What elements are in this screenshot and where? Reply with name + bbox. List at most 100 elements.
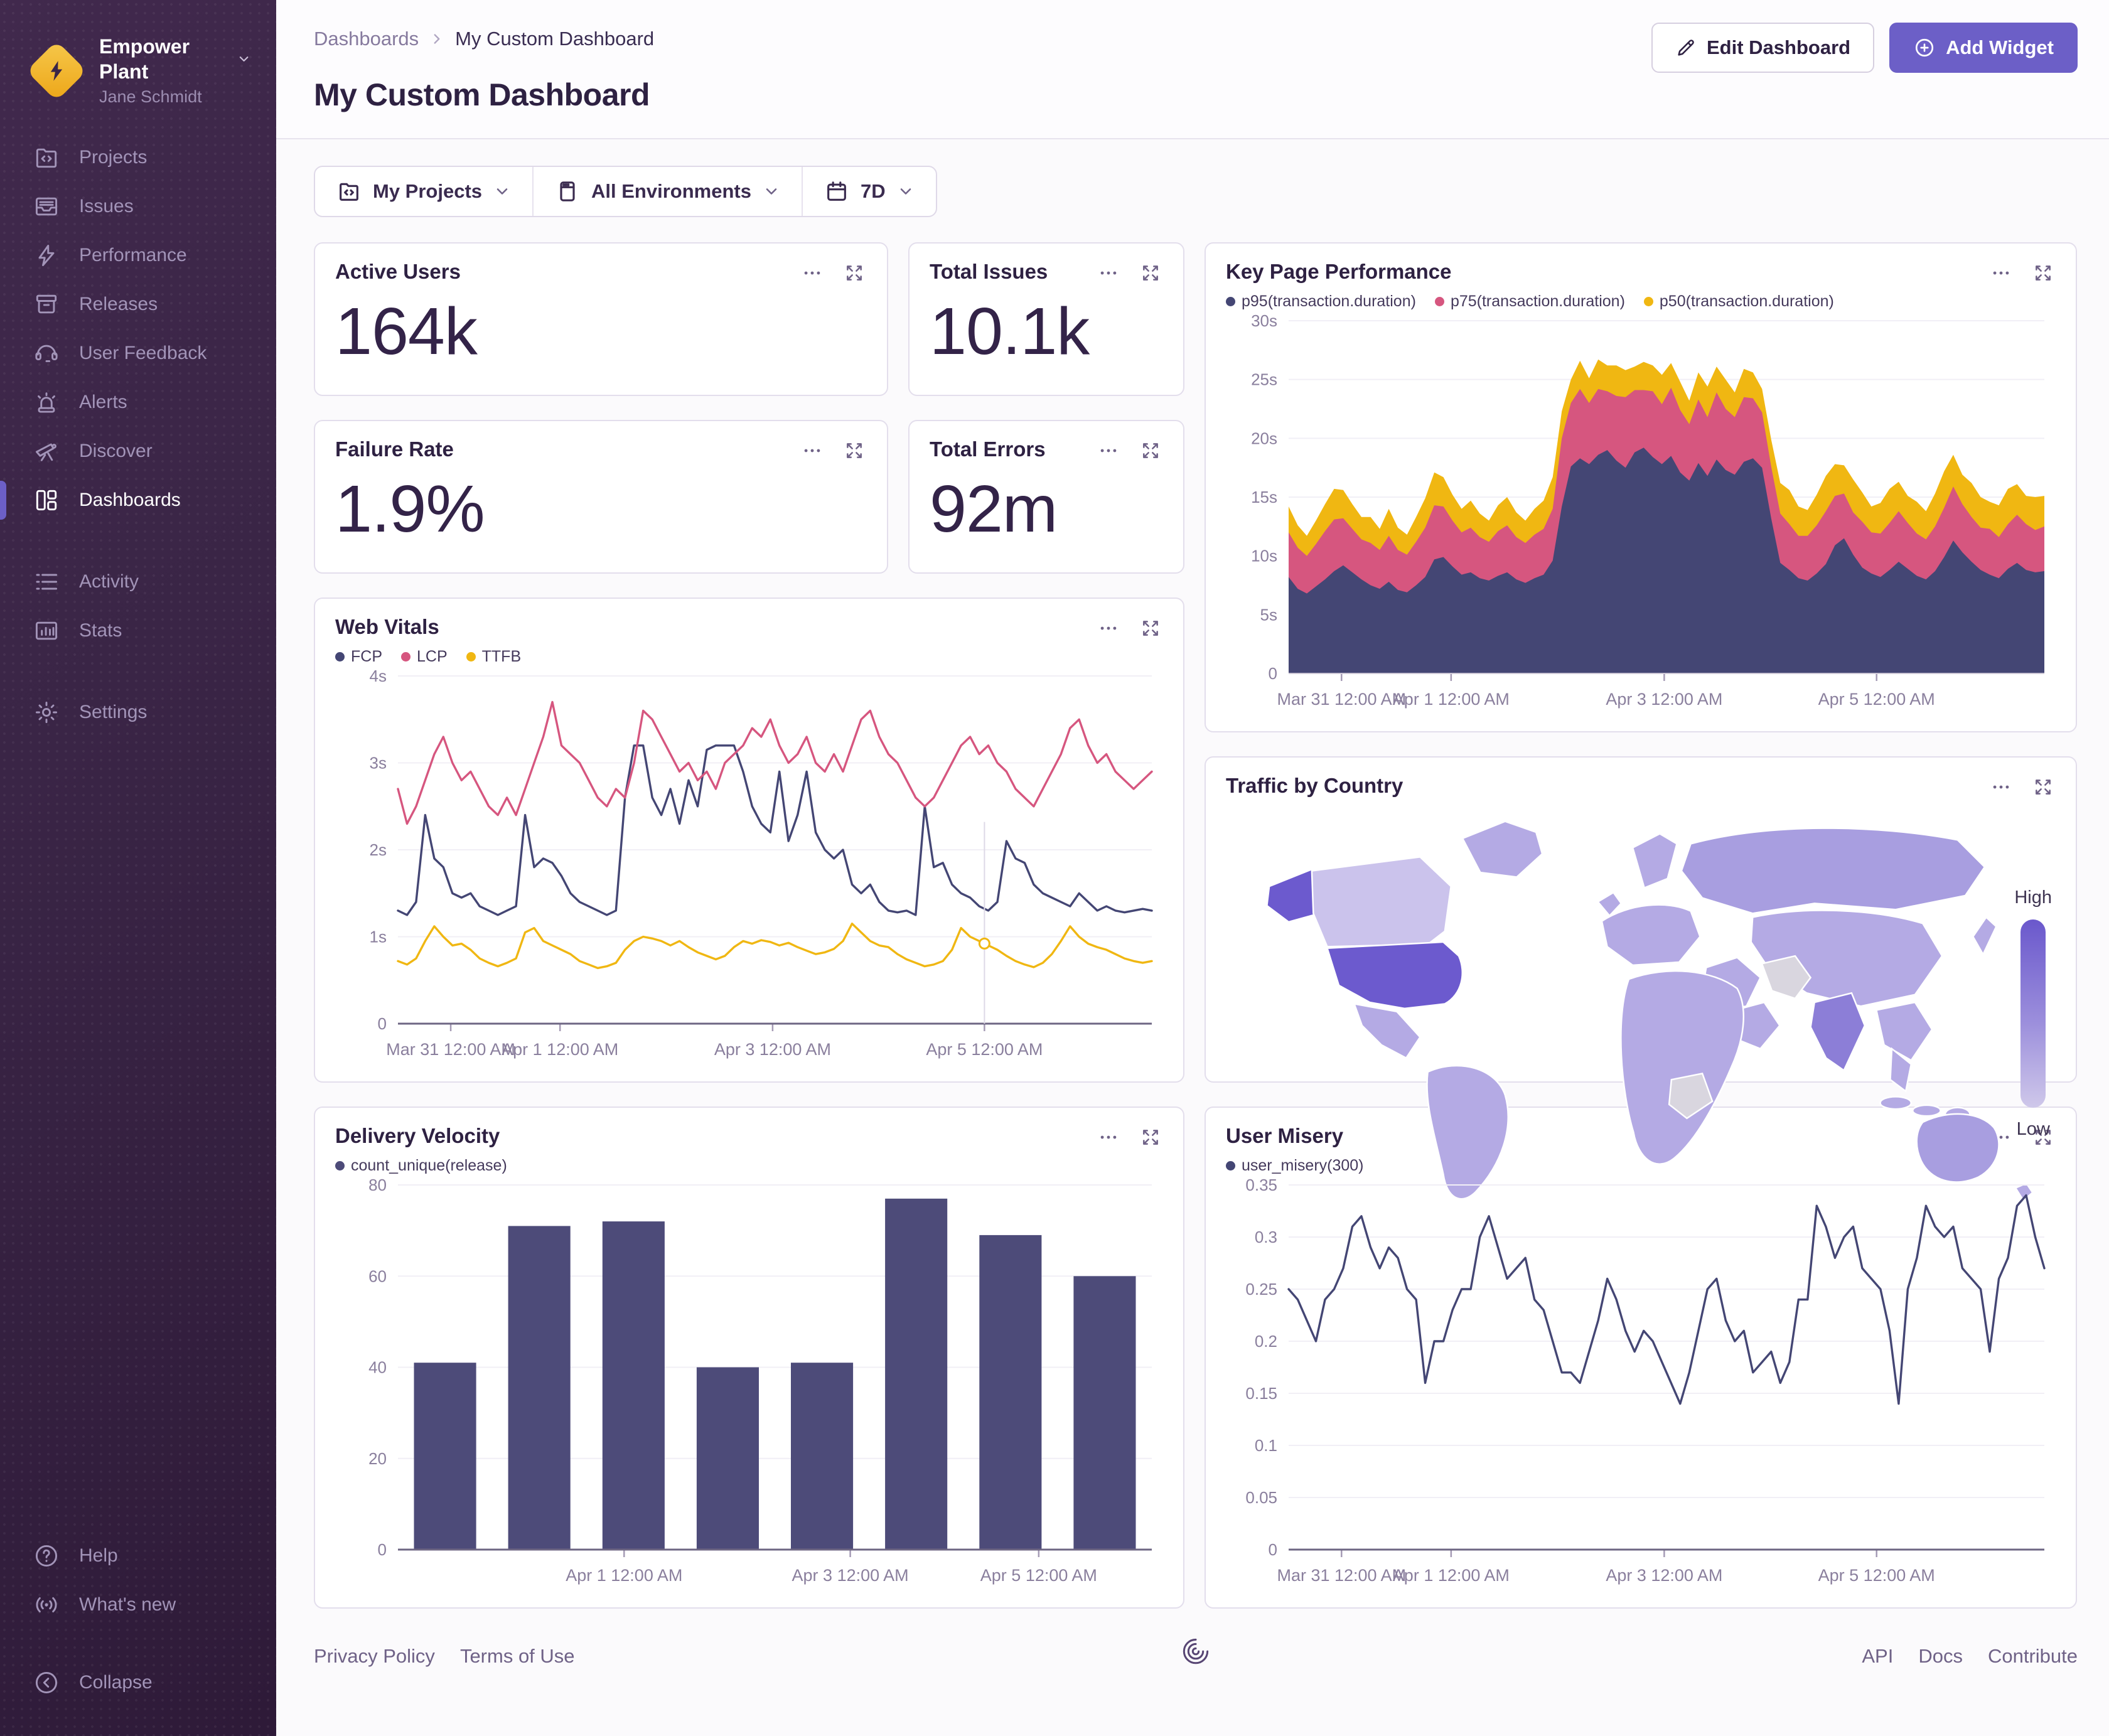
map-indonesia xyxy=(1879,1095,1913,1110)
widget-title: Key Page Performance xyxy=(1226,260,1452,283)
widget-expand-button[interactable] xyxy=(2031,774,2056,800)
chart-legend: count_unique(release) xyxy=(335,1157,1163,1175)
footer-link-api[interactable]: API xyxy=(1862,1645,1893,1668)
widget-failure-rate: Failure Rate 1.9% xyxy=(314,420,888,574)
svg-text:60: 60 xyxy=(368,1267,387,1285)
legend-dot-icon xyxy=(335,652,345,662)
stat-value: 10.1k xyxy=(930,294,1090,368)
sidebar-item-label: Activity xyxy=(79,571,139,592)
legend-item[interactable]: p95(transaction.duration) xyxy=(1226,292,1416,311)
widget-title: Delivery Velocity xyxy=(335,1124,500,1147)
footer-link-contribute[interactable]: Contribute xyxy=(1988,1645,2078,1668)
add-widget-button[interactable]: Add Widget xyxy=(1889,23,2078,73)
feedback-icon xyxy=(35,345,58,362)
svg-text:Apr 5 12:00 AM: Apr 5 12:00 AM xyxy=(926,1040,1043,1059)
widget-options-button[interactable] xyxy=(1988,260,2014,286)
sidebar-item-discover[interactable]: Discover xyxy=(0,427,276,476)
footer-links-left: Privacy Policy Terms of Use xyxy=(314,1645,575,1668)
widget-options-button[interactable] xyxy=(799,437,825,464)
legend-item[interactable]: TTFB xyxy=(466,648,521,666)
widget-title: Active Users xyxy=(335,260,461,283)
date-range-filter[interactable]: 7D xyxy=(801,167,936,216)
stat-value: 92m xyxy=(930,472,1058,546)
sidebar-footer-nav: Help What's new Collapse xyxy=(0,1531,276,1707)
sidebar-item-performance[interactable]: Performance xyxy=(0,231,276,280)
map-legend: High Low xyxy=(2014,800,2052,1227)
widget-options-button[interactable] xyxy=(1095,260,1122,286)
sidebar-item-projects[interactable]: Projects xyxy=(0,133,276,182)
legend-item[interactable]: p75(transaction.duration) xyxy=(1434,292,1625,311)
svg-text:Apr 1 12:00 AM: Apr 1 12:00 AM xyxy=(1393,1566,1510,1585)
svg-text:0: 0 xyxy=(1269,1540,1277,1559)
widget-expand-button[interactable] xyxy=(1138,616,1163,641)
widget-expand-button[interactable] xyxy=(1138,260,1163,286)
legend-dot-icon xyxy=(1434,297,1444,306)
widget-title: Web Vitals xyxy=(335,615,439,638)
edit-dashboard-button[interactable]: Edit Dashboard xyxy=(1651,23,1875,73)
svg-text:0: 0 xyxy=(378,1014,387,1033)
sidebar-item-releases[interactable]: Releases xyxy=(0,280,276,329)
sidebar-item-whatsnew[interactable]: What's new xyxy=(0,1580,276,1629)
delivery-velocity-chart: 0 20 40 60 80 Apr 1 12:00 AM Apr 3 12:00 AM Apr… xyxy=(368,1176,1152,1585)
expand-icon xyxy=(847,265,862,281)
legend-high-label: High xyxy=(2014,887,2052,908)
world-map xyxy=(1266,820,2034,1201)
widget-delivery-velocity: Delivery Velocity count_unique(release) … xyxy=(314,1106,1184,1609)
widget-expand-button[interactable] xyxy=(1138,1125,1163,1150)
org-switcher[interactable]: Empower Plant Jane Schmidt xyxy=(0,26,276,133)
pencil-icon xyxy=(1678,40,1694,56)
widget-expand-button[interactable] xyxy=(1138,438,1163,463)
sidebar-item-collapse[interactable]: Collapse xyxy=(0,1658,276,1707)
environment-filter[interactable]: All Environments xyxy=(532,167,802,216)
svg-text:Apr 1 12:00 AM: Apr 1 12:00 AM xyxy=(502,1040,618,1059)
ellipsis-icon xyxy=(1993,271,2009,275)
widget-options-button[interactable] xyxy=(1095,437,1122,464)
svg-text:0.2: 0.2 xyxy=(1255,1332,1277,1351)
sidebar-item-dashboards[interactable]: Dashboards xyxy=(0,476,276,525)
sidebar-item-issues[interactable]: Issues xyxy=(0,182,276,231)
map-india xyxy=(1810,992,1866,1071)
sidebar-item-help[interactable]: Help xyxy=(0,1531,276,1580)
svg-text:0: 0 xyxy=(1269,664,1277,683)
svg-text:Apr 3 12:00 AM: Apr 3 12:00 AM xyxy=(792,1566,909,1585)
widget-options-button[interactable] xyxy=(799,260,825,286)
widget-expand-button[interactable] xyxy=(842,438,867,463)
sidebar-item-activity[interactable]: Activity xyxy=(0,557,276,606)
breadcrumb-dashboards[interactable]: Dashboards xyxy=(314,28,419,50)
sidebar-item-feedback[interactable]: User Feedback xyxy=(0,329,276,378)
map-europe xyxy=(1601,904,1702,966)
widget-options-button[interactable] xyxy=(1095,615,1122,641)
legend-item[interactable]: p50(transaction.duration) xyxy=(1643,292,1834,311)
settings-icon xyxy=(35,701,58,723)
widget-expand-button[interactable] xyxy=(2031,260,2056,286)
footer-link-docs[interactable]: Docs xyxy=(1918,1645,1963,1668)
sidebar-item-stats[interactable]: Stats xyxy=(0,606,276,655)
chevron-right-icon xyxy=(429,31,445,47)
legend-item[interactable]: FCP xyxy=(335,648,382,666)
sidebar-item-alerts[interactable]: Alerts xyxy=(0,378,276,427)
map-southeast-asia xyxy=(1876,1001,1933,1061)
svg-text:25s: 25s xyxy=(1251,370,1277,389)
sidebar-item-settings[interactable]: Settings xyxy=(0,688,276,737)
user-misery-chart: 0 0.05 0.1 0.15 0.2 0.25 0.3 0.35 Mar 31 12:00 A… xyxy=(1245,1176,2046,1585)
legend-dot-icon xyxy=(1226,297,1235,306)
footer-link-terms-of-use[interactable]: Terms of Use xyxy=(460,1645,575,1668)
widget-options-button[interactable] xyxy=(1988,774,2014,800)
widget-options-button[interactable] xyxy=(1095,1124,1122,1150)
stat-value: 1.9% xyxy=(335,472,485,546)
legend-item[interactable]: LCP xyxy=(401,648,448,666)
ellipsis-icon xyxy=(1100,1135,1117,1139)
page-footer: Privacy Policy Terms of Use API Docs Contri… xyxy=(314,1609,2078,1693)
project-filter[interactable]: My Projects xyxy=(315,167,532,216)
web-vitals-chart: 0 1s 2s 3s 4s Mar 31 12:00 AMApr 1 12:00 AM Ap… xyxy=(370,667,1153,1059)
svg-text:Apr 5 12:00 AM: Apr 5 12:00 AM xyxy=(980,1566,1097,1585)
ellipsis-icon xyxy=(1993,785,2009,789)
widget-title: Failure Rate xyxy=(335,437,454,461)
widget-expand-button[interactable] xyxy=(842,260,867,286)
footer-link-privacy-policy[interactable]: Privacy Policy xyxy=(314,1645,435,1668)
legend-item[interactable]: count_unique(release) xyxy=(335,1157,507,1175)
filter-bar: My Projects All Environments 7D xyxy=(314,166,937,217)
svg-text:Apr 3 12:00 AM: Apr 3 12:00 AM xyxy=(1606,1566,1722,1585)
sidebar-item-label: Help xyxy=(79,1545,118,1566)
sidebar-item-label: Projects xyxy=(79,146,148,168)
